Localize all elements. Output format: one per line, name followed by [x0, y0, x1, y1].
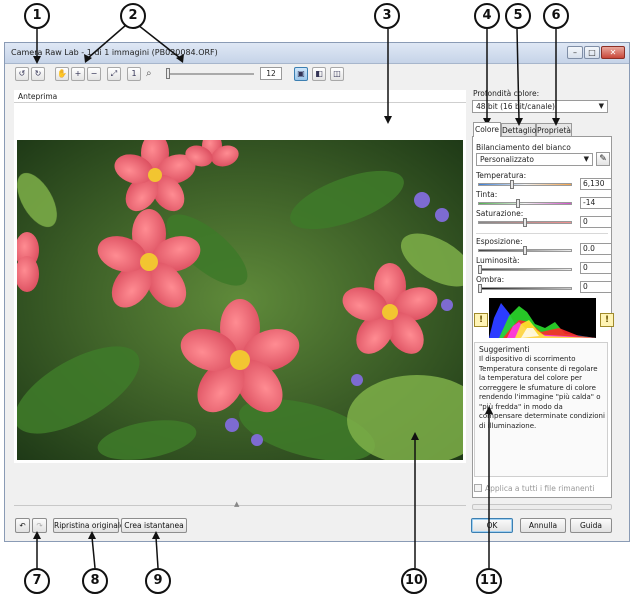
preview-image[interactable] [17, 140, 463, 460]
brightness-slider-thumb[interactable] [478, 265, 482, 274]
rotate-right-icon[interactable]: ↻ [31, 67, 45, 81]
create-snapshot-button[interactable]: Crea istantanea [121, 518, 187, 533]
saturation-value[interactable]: 0 [580, 216, 612, 228]
callout-4: 4 [474, 3, 500, 29]
white-balance-value: Personalizzato [480, 155, 534, 164]
zoom-out-icon[interactable]: − [87, 67, 101, 81]
tab-proprieta[interactable]: Proprietà [536, 123, 572, 137]
temperature-label: Temperatura: [476, 171, 527, 180]
divider [476, 233, 608, 234]
temperature-value[interactable]: 6,130 [580, 178, 612, 190]
saturation-label: Saturazione: [476, 209, 524, 218]
white-balance-select[interactable]: Personalizzato ▼ [476, 153, 593, 166]
callout-10: 10 [401, 568, 427, 594]
callout-7: 7 [24, 568, 50, 594]
histogram [489, 298, 596, 338]
brightness-slider[interactable] [478, 268, 572, 271]
callout-9: 9 [145, 568, 171, 594]
progress-bar [472, 504, 612, 510]
callout-1: 1 [24, 3, 50, 29]
temperature-slider[interactable] [478, 183, 572, 186]
preview-splitter[interactable] [14, 505, 466, 506]
callout-11: 11 [476, 568, 502, 594]
eyedropper-icon[interactable]: ✎ [596, 152, 610, 166]
redo-icon[interactable]: ↷ [32, 518, 47, 533]
preview-header: Anteprima [14, 90, 466, 103]
callout-6: 6 [543, 3, 569, 29]
collapse-arrow-icon[interactable]: ▲ [234, 500, 239, 508]
temperature-slider-thumb[interactable] [510, 180, 514, 189]
hints-title: Suggerimenti [479, 345, 530, 354]
callout-3: 3 [374, 3, 400, 29]
tab-colore[interactable]: Colore [473, 122, 501, 137]
shadow-clipping-warning-icon[interactable]: ! [474, 313, 488, 327]
shadows-value[interactable]: 0 [580, 281, 612, 293]
actual-size-icon[interactable]: 1 [127, 67, 141, 81]
maximize-button[interactable]: □ [584, 46, 600, 59]
reset-original-button[interactable]: Ripristina originale [53, 518, 125, 533]
close-button[interactable]: ✕ [601, 46, 625, 59]
exposure-slider-thumb[interactable] [523, 246, 527, 255]
compare-view-icon[interactable]: ◫ [330, 67, 344, 81]
zoom-in-icon[interactable]: + [71, 67, 85, 81]
saturation-slider-thumb[interactable] [523, 218, 527, 227]
undo-icon[interactable]: ↶ [15, 518, 30, 533]
preview-label: Anteprima [18, 92, 58, 101]
hints-text: Il dispositivo di scorrimento Temperatur… [479, 355, 605, 430]
color-depth-value: 48 bit (16 bit/canale) [476, 102, 555, 111]
highlight-clipping-warning-icon[interactable]: ! [600, 313, 614, 327]
callout-8: 8 [82, 568, 108, 594]
color-depth-select[interactable]: 48 bit (16 bit/canale) ▼ [472, 100, 608, 113]
rotate-left-icon[interactable]: ↺ [15, 67, 29, 81]
white-balance-label: Bilanciamento del bianco [476, 143, 571, 152]
brightness-label: Luminosità: [476, 256, 520, 265]
shadows-slider[interactable] [478, 287, 572, 290]
zoom-slider-track[interactable] [166, 73, 254, 75]
minimize-button[interactable]: – [567, 46, 583, 59]
tint-label: Tinta: [476, 190, 498, 199]
brightness-value[interactable]: 0 [580, 262, 612, 274]
color-depth-label: Profondità colore: [473, 89, 540, 98]
callout-5: 5 [505, 3, 531, 29]
zoom-icon: ⌕ [146, 68, 152, 79]
apply-all-checkbox[interactable] [474, 484, 482, 492]
tab-dettaglio[interactable]: Dettaglio [501, 123, 536, 137]
window-title: Camera Raw Lab - 1 di 1 immagini (PB0200… [11, 48, 218, 57]
tint-slider[interactable] [478, 202, 572, 205]
single-view-icon[interactable]: ▣ [294, 67, 308, 81]
ok-button[interactable]: OK [471, 518, 513, 533]
callout-2: 2 [120, 3, 146, 29]
help-button[interactable]: Guida [570, 518, 612, 533]
shadows-label: Ombra: [476, 275, 505, 284]
zoom-slider-thumb[interactable] [166, 68, 170, 79]
chevron-down-icon: ▼ [583, 155, 589, 163]
exposure-value[interactable]: 0.0 [580, 243, 612, 255]
tint-value[interactable]: -14 [580, 197, 612, 209]
hand-tool-icon[interactable]: ✋ [55, 67, 69, 81]
shadows-slider-thumb[interactable] [478, 284, 482, 293]
title-bar[interactable]: Camera Raw Lab - 1 di 1 immagini (PB0200… [5, 43, 629, 64]
hints-box: Suggerimenti Il dispositivo di scorrimen… [474, 342, 608, 477]
chevron-down-icon: ▼ [598, 102, 604, 110]
exposure-label: Esposizione: [476, 237, 523, 246]
zoom-value-field[interactable]: 12 [260, 67, 282, 80]
fit-window-icon[interactable]: ⤢ [107, 67, 121, 81]
apply-all-label: Applica a tutti i file rimanenti [485, 484, 595, 493]
cancel-button[interactable]: Annulla [520, 518, 566, 533]
split-view-icon[interactable]: ◧ [312, 67, 326, 81]
tint-slider-thumb[interactable] [516, 199, 520, 208]
